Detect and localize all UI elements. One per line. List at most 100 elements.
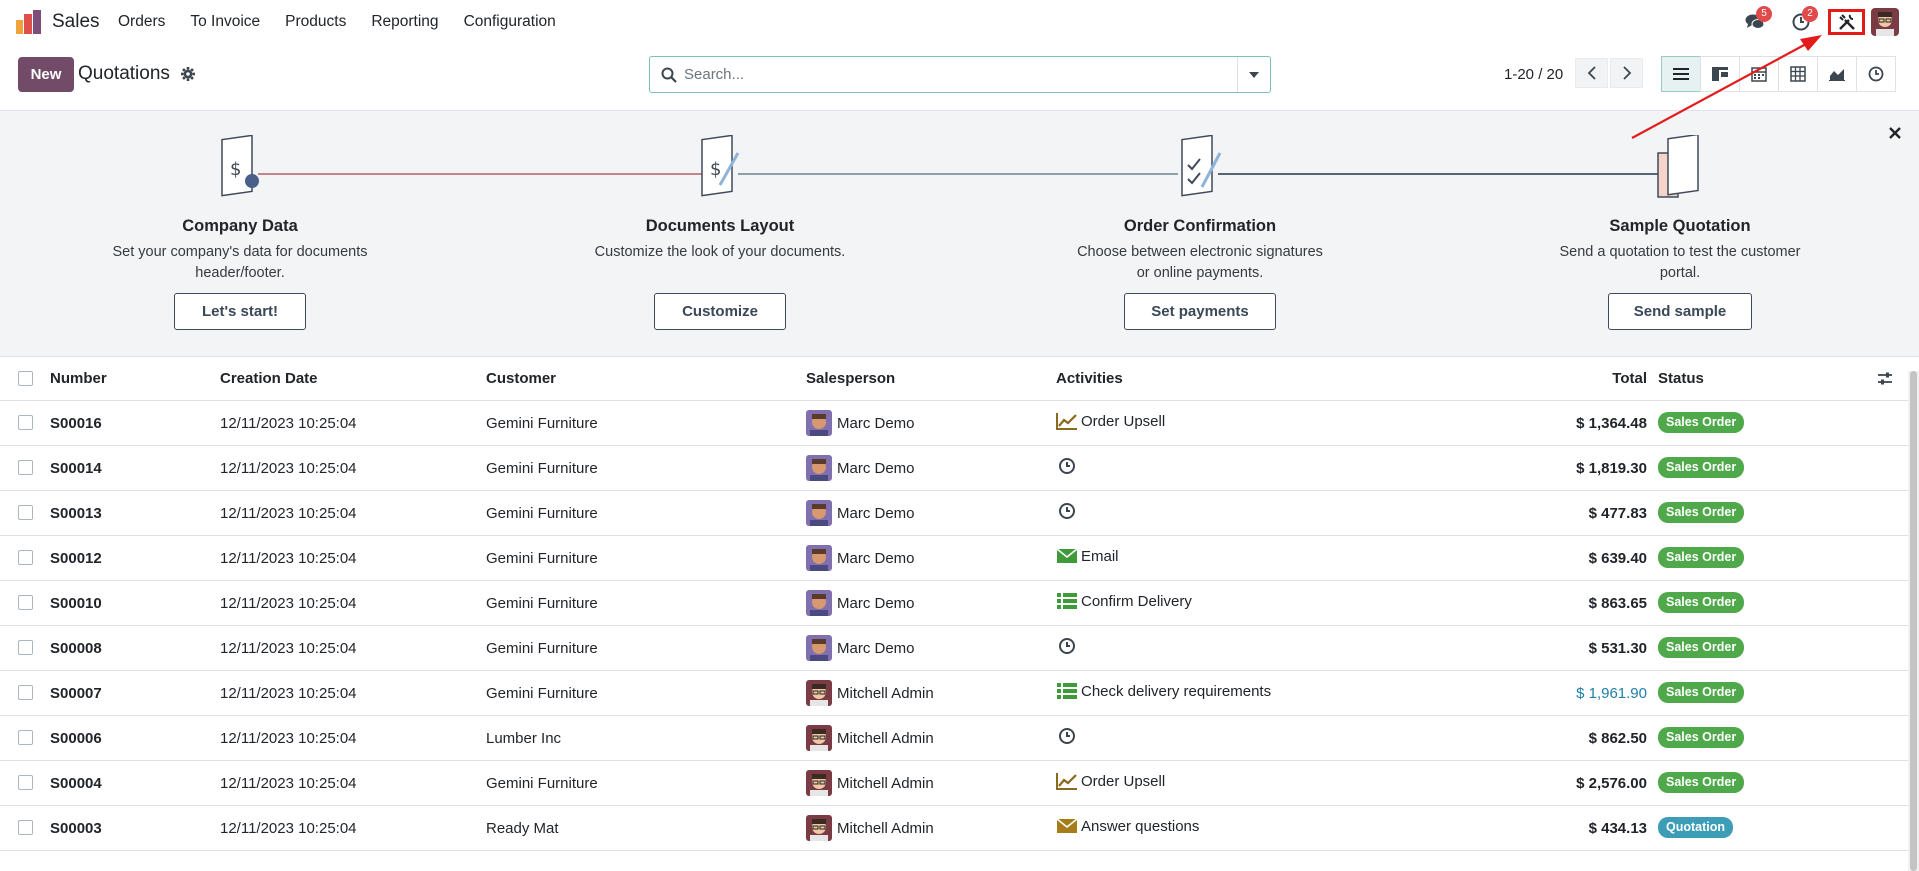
- optional-columns-icon[interactable]: [1877, 371, 1893, 387]
- table-row[interactable]: S00003 12/11/2023 10:25:04 Ready Mat Mit…: [0, 806, 1908, 851]
- activity[interactable]: Order Upsell: [1056, 411, 1165, 431]
- table-row[interactable]: S00006 12/11/2023 10:25:04 Lumber Inc Mi…: [0, 716, 1908, 761]
- table-row[interactable]: S00008 12/11/2023 10:25:04 Gemini Furnit…: [0, 626, 1908, 671]
- menu-configuration[interactable]: Configuration: [464, 13, 556, 31]
- table-row[interactable]: S00004 12/11/2023 10:25:04 Gemini Furnit…: [0, 761, 1908, 806]
- scrollbar-thumb[interactable]: [1910, 371, 1917, 871]
- table-row[interactable]: S00010 12/11/2023 10:25:04 Gemini Furnit…: [0, 581, 1908, 626]
- table-row[interactable]: S00016 12/11/2023 10:25:04 Gemini Furnit…: [0, 401, 1908, 446]
- app-name[interactable]: Sales: [52, 11, 100, 33]
- menu-reporting[interactable]: Reporting: [371, 13, 438, 31]
- activity[interactable]: [1056, 636, 1081, 656]
- order-number[interactable]: S00012: [50, 550, 102, 567]
- header-total[interactable]: Total: [1612, 370, 1647, 387]
- tasks-icon[interactable]: [1056, 681, 1078, 701]
- row-checkbox[interactable]: [18, 505, 33, 520]
- set-payments-button[interactable]: Set payments: [1124, 293, 1276, 330]
- table-row[interactable]: S00013 12/11/2023 10:25:04 Gemini Furnit…: [0, 491, 1908, 536]
- header-customer[interactable]: Customer: [486, 370, 556, 387]
- header-creation-date[interactable]: Creation Date: [220, 370, 318, 387]
- table-row[interactable]: S00012 12/11/2023 10:25:04 Gemini Furnit…: [0, 536, 1908, 581]
- close-icon[interactable]: [1887, 125, 1903, 141]
- clock-icon[interactable]: [1056, 501, 1078, 521]
- header-number[interactable]: Number: [50, 370, 107, 387]
- row-checkbox[interactable]: [18, 685, 33, 700]
- chart-line-icon[interactable]: [1056, 771, 1078, 791]
- pager-value[interactable]: 1-20 / 20: [1504, 66, 1563, 83]
- row-checkbox[interactable]: [18, 730, 33, 745]
- avatar[interactable]: [806, 500, 832, 526]
- clock-icon[interactable]: [1056, 726, 1078, 746]
- table-row[interactable]: S00007 12/11/2023 10:25:04 Gemini Furnit…: [0, 671, 1908, 716]
- view-list-button[interactable]: [1661, 56, 1701, 92]
- order-number[interactable]: S00016: [50, 415, 102, 432]
- avatar[interactable]: [806, 455, 832, 481]
- search-options-toggle[interactable]: [1237, 57, 1270, 92]
- clock-icon[interactable]: [1056, 456, 1078, 476]
- sales-app-icon[interactable]: [16, 10, 42, 34]
- order-number[interactable]: S00010: [50, 595, 102, 612]
- order-number[interactable]: S00004: [50, 775, 102, 792]
- activity[interactable]: Check delivery requirements: [1056, 681, 1271, 701]
- envelope-icon[interactable]: [1056, 546, 1078, 566]
- menu-orders[interactable]: Orders: [118, 13, 165, 31]
- header-status[interactable]: Status: [1658, 370, 1704, 387]
- menu-to-invoice[interactable]: To Invoice: [190, 13, 260, 31]
- row-checkbox[interactable]: [18, 595, 33, 610]
- view-graph-button[interactable]: [1817, 56, 1857, 92]
- table-row[interactable]: S00014 12/11/2023 10:25:04 Gemini Furnit…: [0, 446, 1908, 491]
- order-number[interactable]: S00003: [50, 820, 102, 837]
- menu-products[interactable]: Products: [285, 13, 346, 31]
- tasks-icon[interactable]: [1056, 591, 1078, 611]
- lets-start-button[interactable]: Let's start!: [174, 293, 306, 330]
- row-checkbox[interactable]: [18, 415, 33, 430]
- envelope-icon[interactable]: [1056, 816, 1078, 836]
- order-number[interactable]: S00014: [50, 460, 102, 477]
- row-checkbox[interactable]: [18, 640, 33, 655]
- order-number[interactable]: S00008: [50, 640, 102, 657]
- new-button[interactable]: New: [18, 57, 74, 92]
- avatar[interactable]: [806, 590, 832, 616]
- pager-previous-button[interactable]: [1575, 58, 1608, 88]
- avatar[interactable]: [806, 815, 832, 841]
- row-checkbox[interactable]: [18, 550, 33, 565]
- view-activity-button[interactable]: [1856, 56, 1896, 92]
- search-input[interactable]: [684, 66, 1204, 83]
- scrollbar[interactable]: [1908, 371, 1919, 871]
- order-number[interactable]: S00013: [50, 505, 102, 522]
- row-checkbox[interactable]: [18, 775, 33, 790]
- activity[interactable]: [1056, 726, 1081, 746]
- activity[interactable]: Answer questions: [1056, 816, 1199, 836]
- avatar[interactable]: [806, 770, 832, 796]
- order-number[interactable]: S00006: [50, 730, 102, 747]
- activity[interactable]: Order Upsell: [1056, 771, 1165, 791]
- send-sample-button[interactable]: Send sample: [1608, 293, 1752, 330]
- gear-icon[interactable]: [181, 67, 195, 81]
- row-checkbox[interactable]: [18, 820, 33, 835]
- pager-next-button[interactable]: [1610, 58, 1643, 88]
- activity[interactable]: Confirm Delivery: [1056, 591, 1192, 611]
- header-salesperson[interactable]: Salesperson: [806, 370, 895, 387]
- order-number[interactable]: S00007: [50, 685, 102, 702]
- chart-line-icon[interactable]: [1056, 411, 1078, 431]
- row-checkbox[interactable]: [18, 460, 33, 475]
- avatar[interactable]: [806, 635, 832, 661]
- user-avatar[interactable]: [1871, 8, 1899, 36]
- view-kanban-button[interactable]: [1700, 56, 1740, 92]
- debug-tools-button[interactable]: [1828, 9, 1865, 35]
- view-pivot-button[interactable]: [1778, 56, 1818, 92]
- messages-button[interactable]: 5: [1740, 6, 1772, 36]
- avatar[interactable]: [806, 725, 832, 751]
- activity[interactable]: Email: [1056, 546, 1119, 566]
- avatar[interactable]: [806, 410, 832, 436]
- activities-button[interactable]: 2: [1786, 6, 1818, 36]
- clock-icon[interactable]: [1056, 636, 1078, 656]
- avatar[interactable]: [806, 680, 832, 706]
- activity[interactable]: [1056, 456, 1081, 476]
- view-calendar-button[interactable]: [1739, 56, 1779, 92]
- customize-button[interactable]: Customize: [654, 293, 786, 330]
- avatar[interactable]: [806, 545, 832, 571]
- activity[interactable]: [1056, 501, 1081, 521]
- header-activities[interactable]: Activities: [1056, 370, 1123, 387]
- select-all-checkbox[interactable]: [18, 371, 33, 386]
